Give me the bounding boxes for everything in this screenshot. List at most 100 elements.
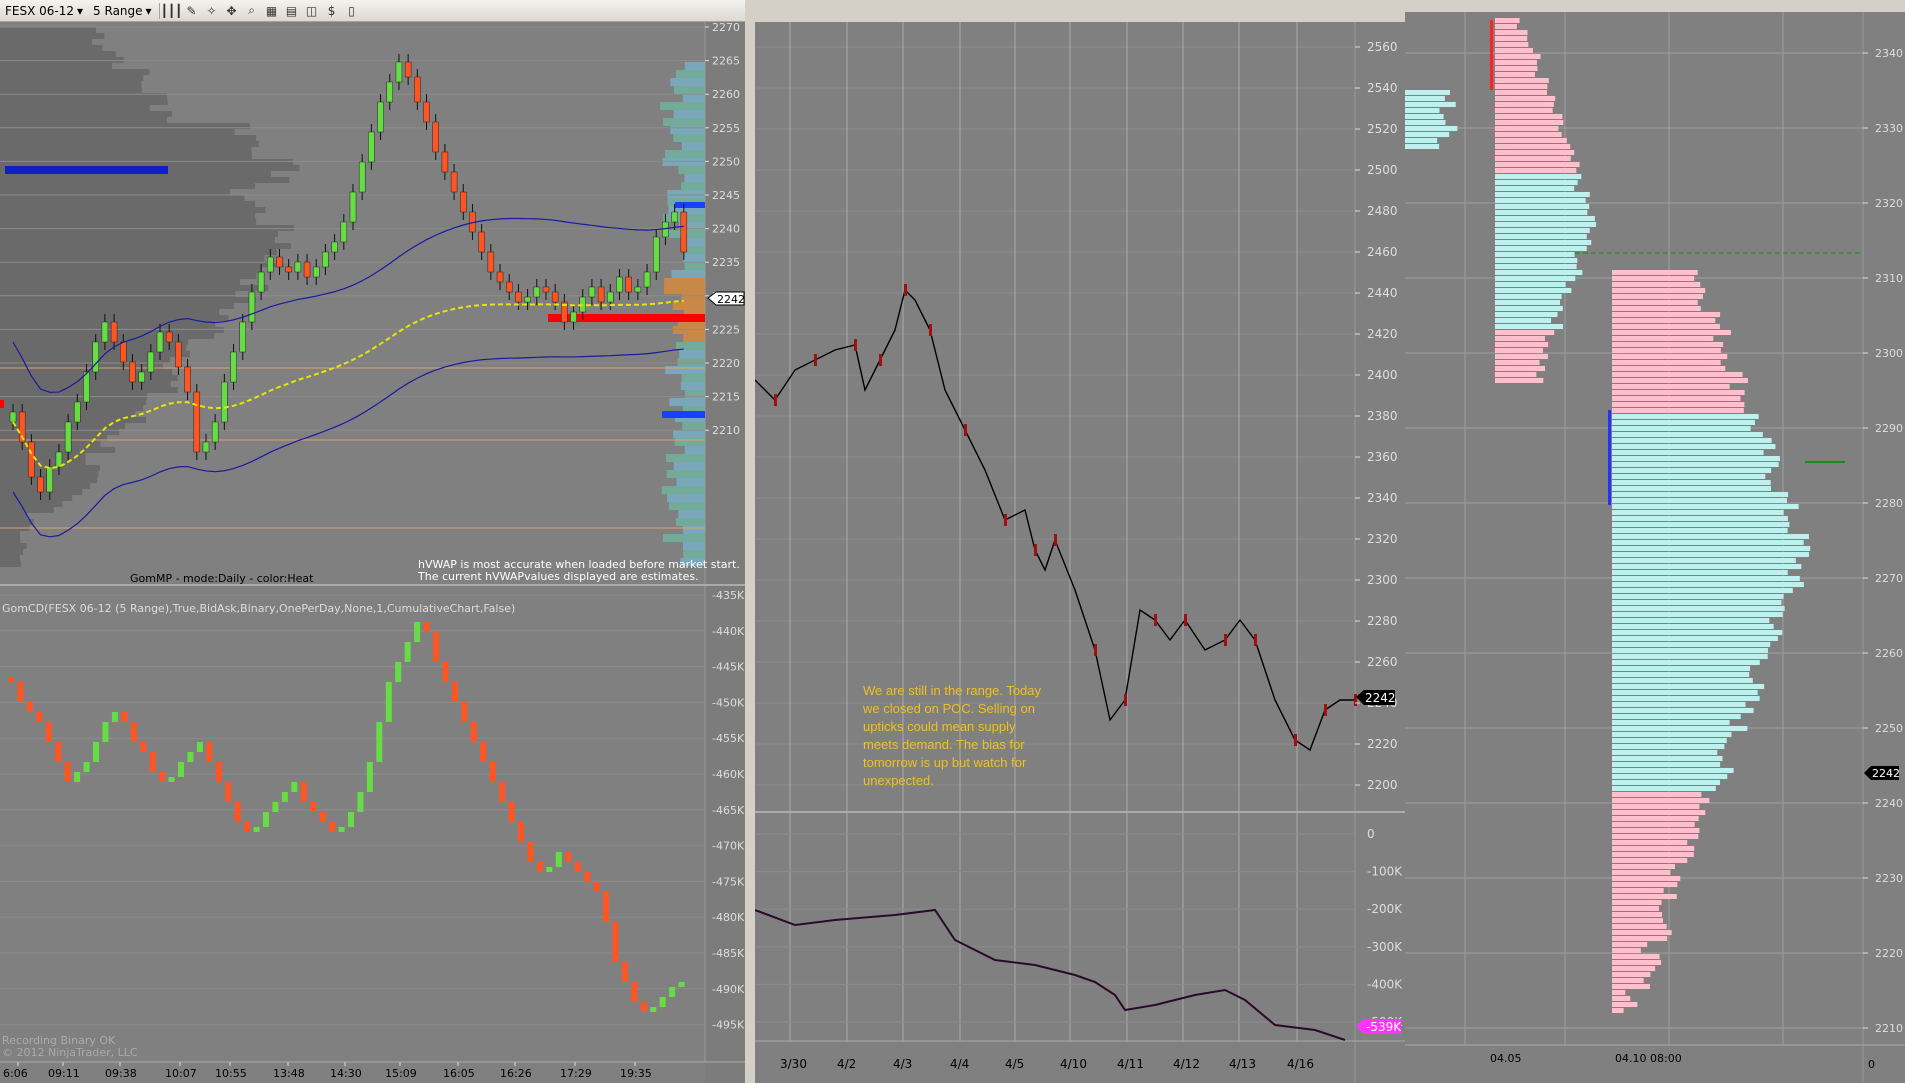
tpo-bar bbox=[1612, 558, 1796, 563]
tools-icon[interactable]: ✧ bbox=[204, 3, 220, 19]
tpo-bar bbox=[1495, 18, 1520, 23]
profile-bar bbox=[0, 441, 101, 447]
tpo-bar bbox=[1612, 456, 1780, 461]
cd-candle bbox=[376, 722, 383, 762]
instrument-selector[interactable]: FESX 06-12 ▾ bbox=[2, 2, 86, 20]
cd-candle bbox=[366, 762, 373, 792]
tpo-bar bbox=[1612, 792, 1702, 797]
tpo-bar bbox=[1612, 522, 1790, 527]
profile-bar bbox=[0, 459, 86, 465]
cd-tick-label: -400K bbox=[1367, 977, 1403, 991]
cd-candle bbox=[631, 982, 638, 1002]
tpo-bar bbox=[1612, 888, 1664, 893]
cd-candle bbox=[45, 722, 52, 742]
cd-candle bbox=[26, 702, 33, 712]
profile-bar bbox=[0, 75, 144, 81]
heat-profile-bar bbox=[682, 94, 705, 102]
tpo-bar bbox=[1612, 846, 1695, 851]
cd-candle bbox=[565, 852, 572, 862]
cd-candle bbox=[414, 622, 421, 642]
price-tick-label: 2255 bbox=[712, 122, 740, 135]
zoom-icon[interactable]: ⌕ bbox=[244, 3, 260, 19]
profile-bar bbox=[0, 81, 142, 87]
tpo-bar bbox=[1612, 276, 1695, 281]
cd-candle bbox=[8, 677, 14, 682]
profile-bar bbox=[0, 141, 259, 147]
profile-bar bbox=[0, 147, 252, 153]
cd-tick-label: 0 bbox=[1367, 827, 1375, 841]
tpo-bar bbox=[1612, 774, 1728, 779]
cd-candle bbox=[291, 782, 298, 792]
tpo-bar bbox=[1612, 912, 1663, 917]
tpo-bar bbox=[1495, 186, 1575, 191]
cd-candle bbox=[272, 802, 279, 812]
cd-tick-label: -435K bbox=[712, 589, 745, 602]
left-chart-svg[interactable]: 2270226522602255225022452240223522302225… bbox=[0, 22, 745, 1083]
cd-value-marker: -539K bbox=[1356, 1019, 1402, 1034]
cd-candle bbox=[300, 782, 307, 802]
heat-profile-bar bbox=[660, 102, 705, 110]
profile-bar bbox=[0, 105, 150, 111]
price-candle bbox=[294, 261, 302, 273]
profile-bar bbox=[0, 33, 105, 39]
tpo-bar bbox=[1612, 594, 1784, 599]
profile-bar bbox=[0, 453, 86, 459]
dollar-icon[interactable]: $ bbox=[324, 3, 340, 19]
tpo-bar bbox=[1612, 690, 1758, 695]
profile-bar bbox=[0, 153, 252, 159]
price-candle bbox=[165, 331, 173, 343]
tpo-bar bbox=[1612, 498, 1787, 503]
down-bar bbox=[929, 324, 932, 336]
price-tick-label: 2220 bbox=[1875, 947, 1903, 960]
price-candle bbox=[110, 321, 118, 343]
properties-icon[interactable]: ▤ bbox=[284, 3, 300, 19]
price-candle bbox=[386, 81, 394, 103]
tpo-bar bbox=[1612, 942, 1648, 947]
cd-candle bbox=[140, 742, 147, 752]
heat-profile-bar bbox=[679, 350, 705, 358]
cd-candle bbox=[621, 962, 628, 982]
tpo-bar bbox=[1612, 930, 1672, 935]
tpo-bar bbox=[1612, 672, 1750, 677]
price-candle bbox=[404, 61, 412, 78]
tpo-bar bbox=[1495, 78, 1549, 83]
tpo-bar bbox=[1612, 708, 1754, 713]
heat-profile-bar bbox=[678, 166, 705, 174]
tpo-bar bbox=[1612, 366, 1726, 371]
page-icon[interactable]: ▯ bbox=[344, 3, 360, 19]
heat-profile-bar bbox=[681, 294, 705, 302]
profile-bar bbox=[0, 219, 257, 225]
data-box-icon[interactable]: ▦ bbox=[264, 3, 280, 19]
right-chart-svg[interactable]: 2340 2330 2320 2310 2300 2290 2280 2270 2260 2250… bbox=[1405, 0, 1905, 1083]
tpo-bar bbox=[1612, 966, 1656, 971]
current-price-marker: 2242 bbox=[1864, 766, 1900, 780]
profile-bar bbox=[0, 267, 262, 273]
heat-profile-bar bbox=[684, 62, 705, 70]
middle-chart-svg[interactable]: 2560 2540 2520 2500 2480 2460 2440 2420 2400 2380… bbox=[755, 0, 1405, 1083]
chart-trader-icon[interactable]: ◫ bbox=[304, 3, 320, 19]
down-bar bbox=[1294, 734, 1297, 746]
cd-candle bbox=[159, 772, 166, 782]
tpo-bar bbox=[1612, 870, 1671, 875]
date-tick-label: 4/5 bbox=[1005, 1057, 1024, 1071]
drawing-pen-icon[interactable]: ✎ bbox=[184, 3, 200, 19]
heat-profile-bar bbox=[680, 382, 705, 390]
bar-style-icon[interactable]: ┃┃┃ bbox=[161, 3, 183, 19]
tpo-bar bbox=[1495, 240, 1592, 245]
cd-candle bbox=[121, 712, 128, 722]
down-bar bbox=[774, 394, 777, 406]
tpo-bar bbox=[1495, 276, 1576, 281]
cd-tick-label: -490K bbox=[712, 983, 745, 996]
price-candle bbox=[460, 191, 467, 213]
price-candle bbox=[129, 361, 136, 383]
price-candle bbox=[28, 441, 35, 478]
heat-profile-bar bbox=[684, 262, 705, 270]
price-candle bbox=[588, 286, 596, 298]
crosshair-icon[interactable]: ✥ bbox=[224, 3, 240, 19]
period-selector[interactable]: 5 Range ▾ bbox=[90, 2, 155, 20]
tpo-bar bbox=[1495, 42, 1529, 47]
price-candle bbox=[230, 351, 237, 383]
tpo-bar bbox=[1612, 306, 1701, 311]
tpo-bar bbox=[1612, 270, 1698, 275]
time-tick-label: 19:35 bbox=[620, 1067, 652, 1080]
